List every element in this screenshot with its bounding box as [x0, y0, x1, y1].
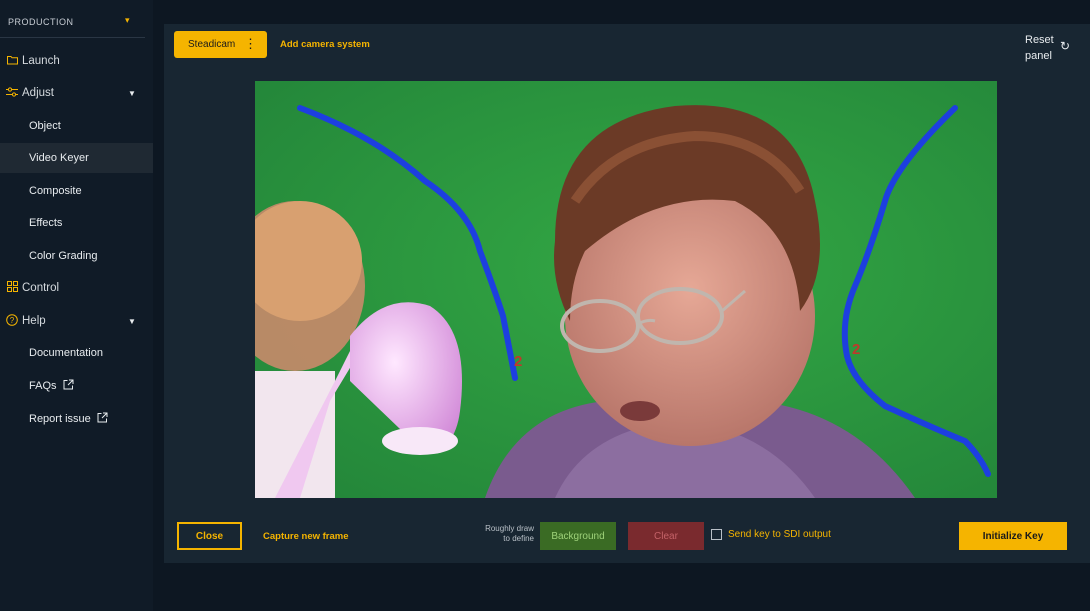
sidebar-item-label: Control	[22, 282, 60, 294]
sidebar: PRODUCTION ▾ Launch Adjust ▼ Object Vide…	[0, 0, 153, 611]
sidebar-item-object[interactable]: Object	[0, 111, 153, 141]
sidebar-item-color-grading[interactable]: Color Grading	[0, 241, 153, 271]
sidebar-item-label: Effects	[29, 217, 63, 229]
sidebar-item-documentation[interactable]: Documentation	[0, 338, 153, 368]
chevron-down-icon: ▾	[125, 15, 130, 25]
sidebar-item-label: Adjust	[22, 87, 54, 99]
svg-text:?: ?	[10, 316, 15, 325]
send-key-sdi-checkbox[interactable]: Send key to SDI output	[711, 529, 831, 540]
refresh-icon[interactable]: ↻	[1060, 39, 1070, 53]
external-link-icon	[63, 379, 74, 393]
control-grid-icon	[5, 281, 19, 295]
camera-system-label: Steadicam	[188, 39, 236, 50]
reset-panel-button[interactable]: Reset panel	[1025, 32, 1054, 64]
reset-panel-label-line2: panel	[1025, 50, 1052, 62]
draw-hint-line2: to define	[503, 534, 534, 543]
draw-hint: Roughly draw to define	[476, 524, 534, 544]
captured-frame-canvas[interactable]: 2 2	[255, 81, 997, 498]
caret-down-icon: ▼	[128, 88, 136, 98]
external-link-icon	[97, 412, 108, 426]
sidebar-item-label: Video Keyer	[29, 152, 89, 164]
add-camera-system-link[interactable]: Add camera system	[280, 39, 370, 50]
sidebar-item-control[interactable]: Control	[0, 273, 153, 303]
initialize-key-button[interactable]: Initialize Key	[959, 522, 1067, 550]
sidebar-item-effects[interactable]: Effects	[0, 208, 153, 238]
sidebar-item-adjust[interactable]: Adjust ▼	[0, 78, 153, 108]
sidebar-item-help[interactable]: ? Help ▼	[0, 306, 153, 336]
sidebar-item-launch[interactable]: Launch	[0, 46, 153, 76]
stroke-annotation-left: 2	[514, 353, 522, 370]
frame-image: 2 2	[255, 81, 997, 498]
sidebar-item-video-keyer[interactable]: Video Keyer	[0, 143, 153, 173]
video-keyer-panel: Steadicam ⋮ Add camera system Reset pane…	[164, 24, 1090, 563]
video-keyer-app: PRODUCTION ▾ Launch Adjust ▼ Object Vide…	[0, 0, 1090, 611]
sidebar-item-label: FAQs	[29, 380, 57, 392]
sidebar-item-label: Launch	[22, 55, 60, 67]
background-brush-button[interactable]: Background	[540, 522, 616, 550]
draw-hint-line1: Roughly draw	[485, 524, 534, 533]
sidebar-item-label: Color Grading	[29, 250, 98, 262]
sidebar-item-label: Documentation	[29, 347, 103, 359]
sidebar-item-label: Help	[22, 315, 46, 327]
sidebar-item-report-issue[interactable]: Report issue	[0, 404, 153, 434]
sidebar-item-faqs[interactable]: FAQs	[0, 371, 153, 401]
send-key-sdi-label: Send key to SDI output	[728, 529, 831, 540]
sidebar-item-label: Composite	[29, 185, 82, 197]
clear-button[interactable]: Clear	[628, 522, 704, 550]
checkbox-box[interactable]	[711, 529, 722, 540]
close-button[interactable]: Close	[177, 522, 242, 550]
sidebar-item-label: Report issue	[29, 413, 91, 425]
help-circle-icon: ?	[5, 313, 19, 329]
reset-panel-label-line1: Reset	[1025, 34, 1054, 46]
mode-label: PRODUCTION	[8, 17, 74, 27]
stroke-annotation-right: 2	[852, 341, 860, 358]
capture-new-frame-link[interactable]: Capture new frame	[263, 531, 349, 542]
sliders-icon	[5, 86, 19, 100]
kebab-menu-icon[interactable]: ⋮	[244, 37, 257, 50]
folder-icon	[5, 55, 19, 68]
caret-down-icon: ▼	[128, 316, 136, 326]
sidebar-item-composite[interactable]: Composite	[0, 176, 153, 206]
camera-system-button[interactable]: Steadicam ⋮	[174, 31, 267, 58]
mode-selector[interactable]: PRODUCTION ▾	[0, 0, 145, 38]
sidebar-item-label: Object	[29, 120, 61, 132]
